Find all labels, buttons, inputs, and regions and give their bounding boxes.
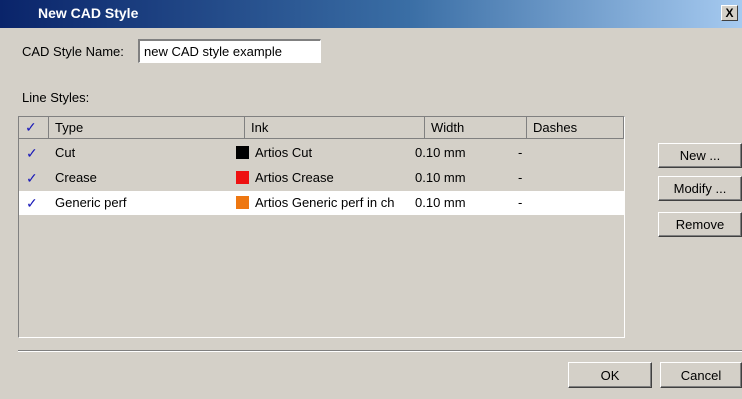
checkmark-icon[interactable]: ✓ [26,141,38,165]
line-styles-label: Line Styles: [22,90,90,105]
close-icon: X [725,6,734,20]
row-width: 0.10 mm [415,145,466,160]
row-dashes: - [518,170,523,185]
close-button[interactable]: X [721,5,738,21]
cad-style-name-label: CAD Style Name: [22,44,124,59]
row-ink: Artios Generic perf in ch [236,191,416,215]
row-width: 0.10 mm [415,170,466,185]
column-header-check[interactable]: ✓ [19,117,49,139]
cancel-button[interactable]: Cancel [660,362,742,388]
ok-button[interactable]: OK [568,362,652,388]
column-header-dashes[interactable]: Dashes [527,117,624,139]
row-type: Generic perf [55,195,127,210]
table-row[interactable]: ✓ Cut Artios Cut 0.10 mm - [19,141,624,165]
checkmark-icon: ✓ [25,119,37,135]
row-dashes: - [518,145,523,160]
row-ink-label: Artios Crease [255,170,334,185]
window-title: New CAD Style [38,5,139,21]
row-ink: Artios Crease [236,166,422,190]
line-styles-list[interactable]: ✓ Type Ink Width Dashes ✓ Cut Artios Cut… [18,116,625,338]
column-header-type[interactable]: Type [49,117,245,139]
column-header-ink[interactable]: Ink [245,117,425,139]
row-type: Crease [55,170,97,185]
separator [18,350,742,352]
row-type: Cut [55,145,76,160]
color-swatch [236,196,249,209]
table-row[interactable]: ✓ Crease Artios Crease 0.10 mm - [19,166,624,190]
table-row-selected[interactable]: ✓ Generic perf Artios Generic perf in ch… [19,191,624,215]
row-ink-label: Artios Generic perf in ch [255,195,395,210]
cad-style-name-input[interactable] [138,39,321,63]
row-dashes: - [518,195,523,210]
new-button[interactable]: New ... [658,143,742,168]
row-ink-label: Artios Cut [255,145,313,160]
row-width: 0.10 mm [415,195,466,210]
modify-button[interactable]: Modify ... [658,176,742,201]
row-ink: Artios Cut [236,141,422,165]
checkmark-icon[interactable]: ✓ [26,166,38,190]
column-header-width[interactable]: Width [425,117,527,139]
color-swatch [236,146,249,159]
checkmark-icon[interactable]: ✓ [26,191,38,215]
title-bar: New CAD Style X [0,0,742,28]
color-swatch [236,171,249,184]
remove-button[interactable]: Remove [658,212,742,237]
